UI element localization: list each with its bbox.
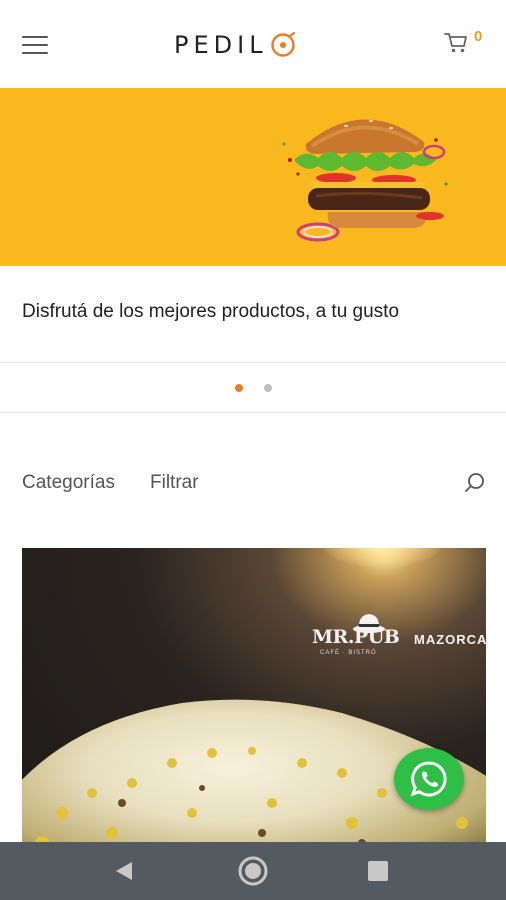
system-navigation-bar [0,842,506,900]
categories-link[interactable]: Categorías [22,472,115,494]
home-circle-icon[interactable] [237,855,269,887]
product-name: MAZORCA [414,632,486,647]
divider [0,412,506,413]
brand-logo: MR.PUB CAFÉ · BISTRÓ [312,612,400,662]
carousel-dot-2[interactable] [264,384,272,392]
carousel-dot-1-active[interactable] [235,384,243,392]
filter-bar: Categorías Filtrar [22,470,488,498]
whatsapp-icon [410,761,447,797]
banner-tagline: Disfrutá de los mejores productos, a tu … [22,301,400,322]
app-screen: PEDIL 0 Disfrutá de los mejores producto… [0,0,506,900]
cart-button[interactable]: 0 [444,28,488,60]
back-triangle-icon[interactable] [114,860,134,882]
promo-banner[interactable] [0,88,506,266]
filter-link[interactable]: Filtrar [150,472,199,494]
recents-square-icon[interactable] [368,861,388,881]
carousel-pagination [0,382,506,394]
brand-logo-subtext: CAFÉ · BISTRÓ [320,650,377,656]
whatsapp-button[interactable] [394,748,464,810]
light-glow [322,548,442,568]
cart-count-badge: 0 [474,28,483,45]
hamburger-menu-icon[interactable] [22,36,48,54]
top-app-bar: PEDIL 0 [0,0,506,88]
brand-logo-text: MR.PUB [312,626,400,648]
logo-text: PEDIL [174,31,268,59]
shopping-cart-icon [444,33,467,53]
app-logo[interactable]: PEDIL [174,30,296,60]
logo-o-mark-icon [270,32,295,57]
divider [0,362,506,363]
search-icon[interactable] [464,472,486,494]
flying-burger-illustration [282,119,448,242]
